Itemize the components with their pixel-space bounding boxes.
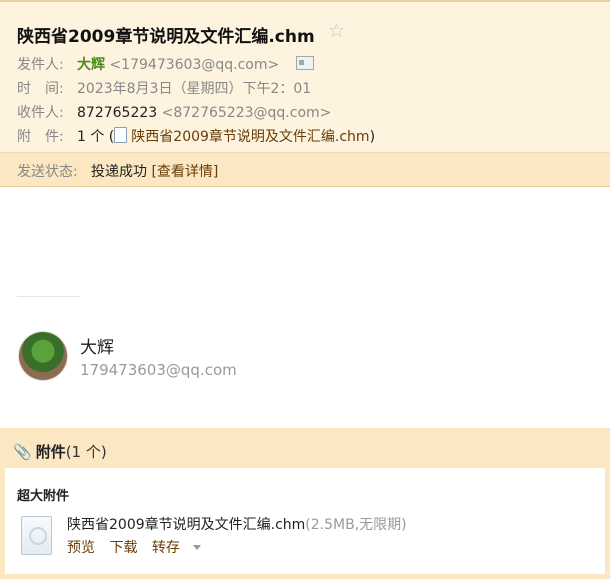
status-label: 发送状态: [17, 164, 78, 180]
signature-email: 179473603@qq.com [80, 361, 237, 379]
mail-subject: 陕西省2009章节说明及文件汇编.chm [17, 27, 315, 47]
time-row: 时 间: 2023年8月3日（星期四）下午2：01 [17, 78, 311, 98]
recipient-name[interactable]: 872765223 [77, 105, 157, 121]
delivery-status-bar: 发送状态: 投递成功 [查看详情] [0, 152, 610, 187]
attach-count: 1 个 ( [77, 129, 115, 145]
from-row: 发件人: 大辉 <179473603@qq.com> [17, 54, 314, 74]
file-actions: 预览 下载 转存 [67, 537, 201, 557]
forward-link[interactable]: 转存 [152, 540, 180, 556]
sender-email[interactable]: <179473603@qq.com> [109, 57, 279, 73]
signature-name: 大辉 [80, 338, 114, 358]
mail-header: 陕西省2009章节说明及文件汇编.chm ☆ 发件人: 大辉 <179473603… [0, 0, 610, 152]
attachment-count: (1 个) [65, 443, 107, 461]
file-name[interactable]: 陕西省2009章节说明及文件汇编.chm [67, 517, 305, 533]
paperclip-icon: 📎 [13, 443, 32, 461]
sender-name[interactable]: 大辉 [77, 57, 105, 73]
chevron-down-icon[interactable] [192, 545, 201, 550]
file-icon [21, 516, 52, 555]
recipient-email[interactable]: <872765223@qq.com> [162, 105, 332, 121]
attachment-section: 📎 附件(1 个) 超大附件 陕西省2009章节说明及文件汇编.chm(2.5MB… [0, 428, 610, 579]
contact-card-icon[interactable] [295, 56, 314, 70]
file-meta: (2.5MB,无限期) [305, 517, 407, 533]
from-label: 发件人: [17, 57, 64, 73]
attachment-header: 📎 附件(1 个) [13, 441, 107, 462]
to-row: 收件人: 872765223 <872765223@qq.com> [17, 102, 331, 122]
attachment-link[interactable]: 陕西省2009章节说明及文件汇编.chm [131, 129, 369, 145]
view-details-link[interactable]: [查看详情] [151, 164, 218, 180]
large-attachment-heading: 超大附件 [17, 489, 70, 504]
attachment-box: 超大附件 陕西省2009章节说明及文件汇编.chm(2.5MB,无限期) 预览 … [5, 468, 605, 574]
status-row: 发送状态: 投递成功 [查看详情] [17, 161, 218, 181]
time-label: 时 间: [17, 81, 64, 97]
preview-link[interactable]: 预览 [67, 540, 95, 556]
to-label: 收件人: [17, 105, 64, 121]
document-icon [114, 127, 128, 143]
attachment-title: 附件 [35, 443, 66, 461]
file-name-line: 陕西省2009章节说明及文件汇编.chm(2.5MB,无限期) [67, 514, 407, 534]
signature-divider [17, 296, 80, 297]
attach-label: 附 件: [17, 129, 64, 145]
time-value: 2023年8月3日（星期四）下午2：01 [77, 81, 312, 97]
status-value: 投递成功 [91, 164, 147, 180]
download-link[interactable]: 下载 [109, 540, 137, 556]
attach-close: ) [369, 129, 376, 145]
avatar [19, 332, 67, 380]
star-icon[interactable]: ☆ [328, 20, 345, 42]
attachment-row: 附 件: 1 个 ( 陕西省2009章节说明及文件汇编.chm) [17, 126, 375, 146]
